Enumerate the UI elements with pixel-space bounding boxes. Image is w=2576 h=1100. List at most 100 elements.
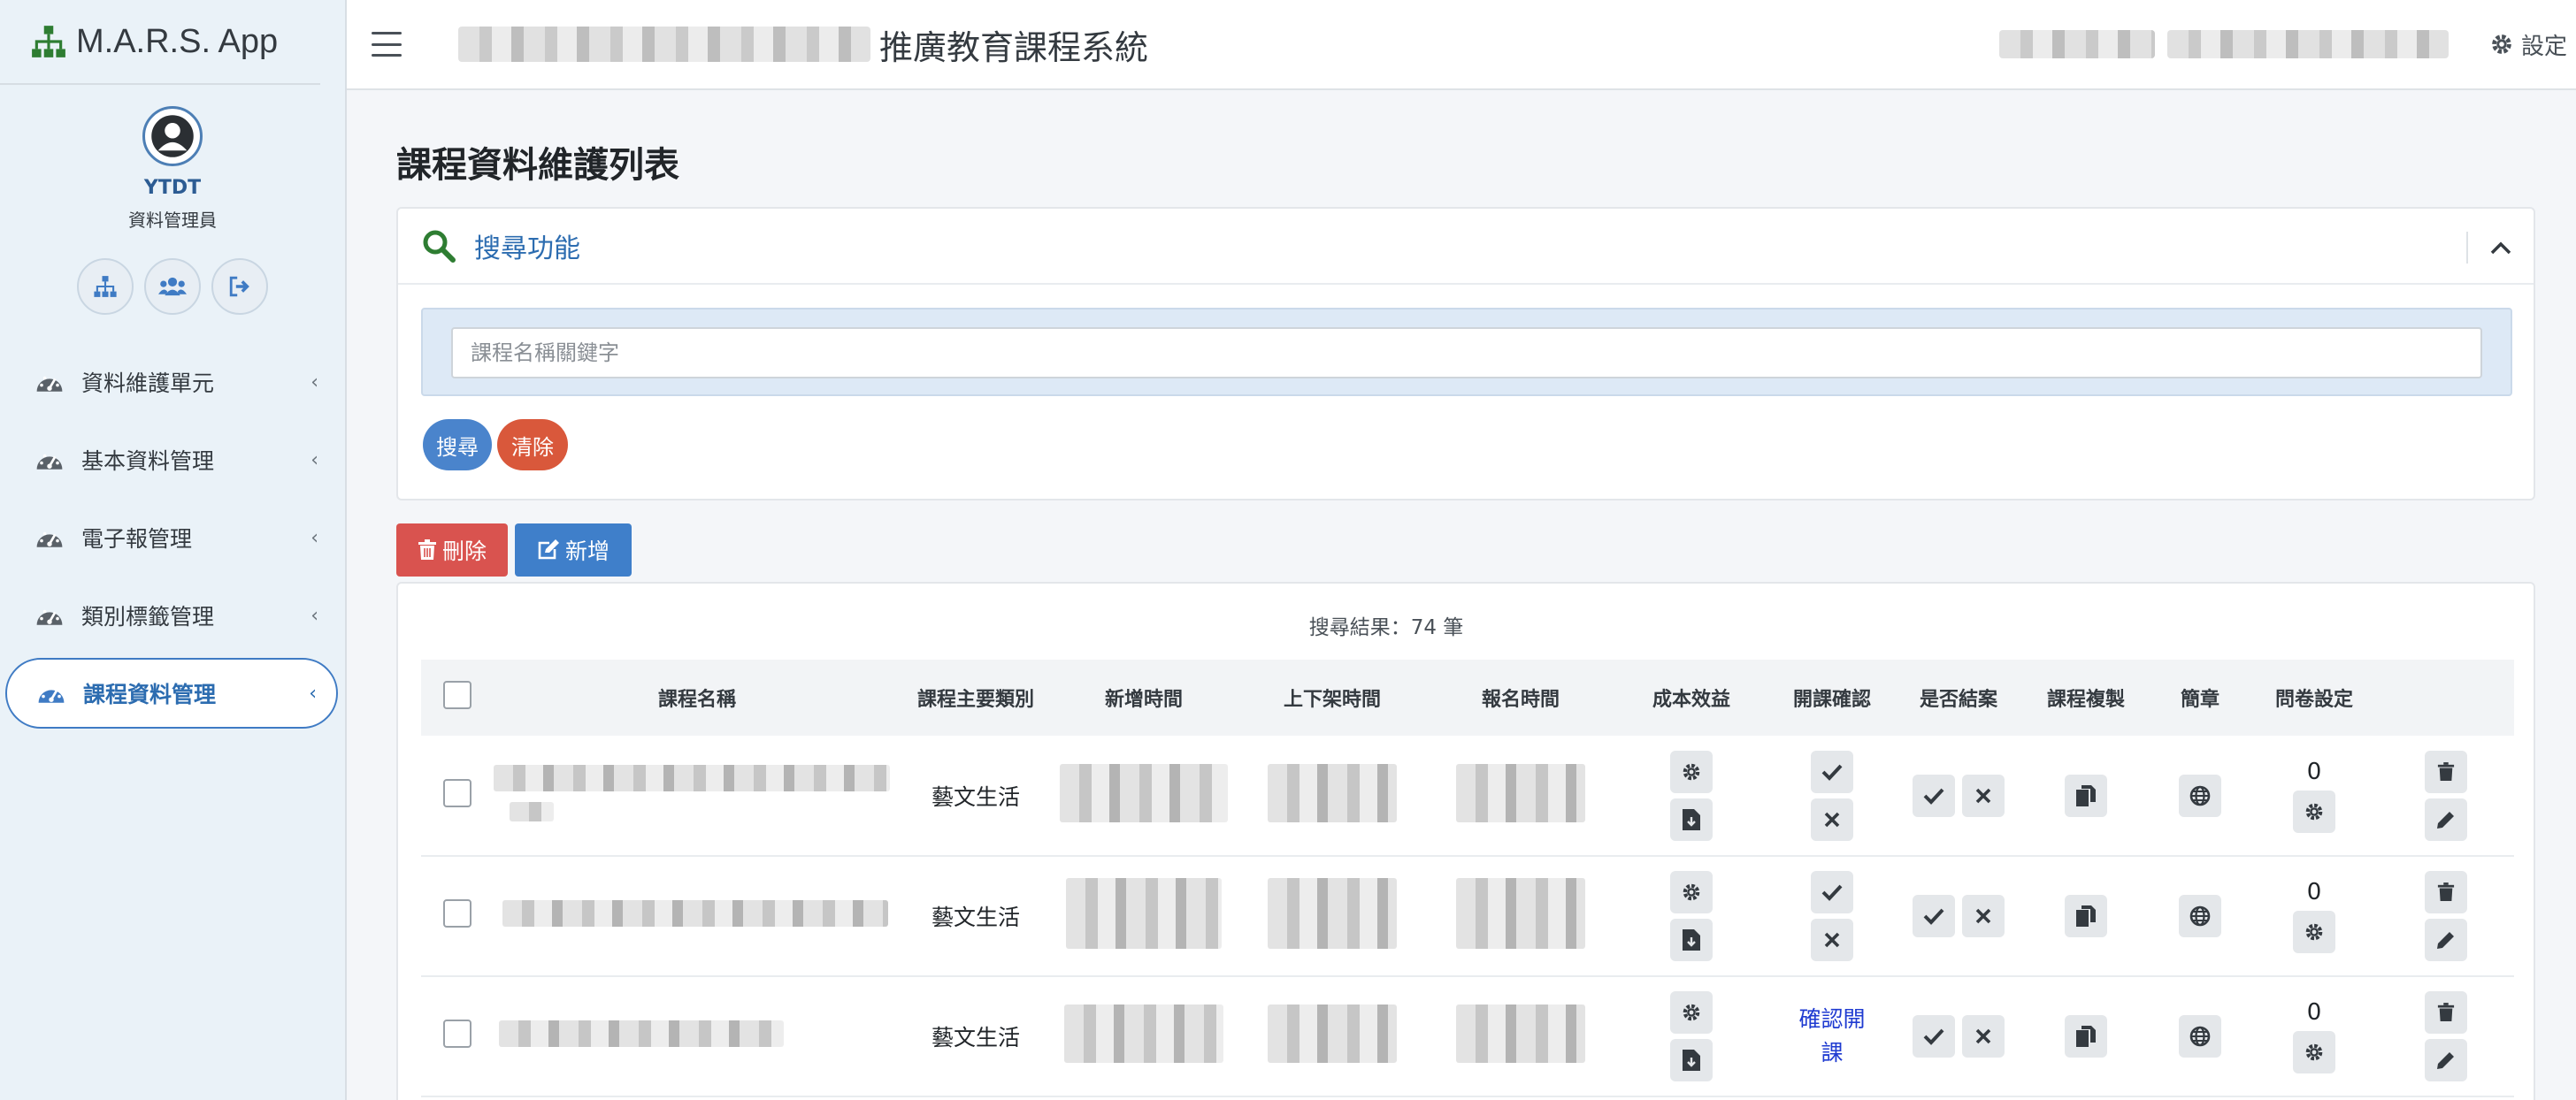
actions-header [2378,660,2514,736]
add-label: 新增 [564,539,610,564]
cancel-course-button[interactable] [1811,798,1853,841]
edit-row-button[interactable] [2425,798,2467,841]
brochure-button[interactable] [2179,895,2221,937]
file-download-icon [1683,808,1700,830]
cost-download-button[interactable] [1670,798,1713,841]
column-header: 上下架時間 [1283,689,1381,711]
select-all-checkbox[interactable] [443,681,472,709]
sidebar-item-data-maintenance[interactable]: 資料維護單元 ‹ [5,347,338,417]
users-button[interactable] [144,258,201,315]
search-card-header[interactable]: 搜尋功能 [398,209,2534,285]
check-icon [1923,1028,1944,1045]
row-checkbox[interactable] [443,899,472,928]
survey-settings-button[interactable] [2293,790,2335,833]
chevron-left-icon: ‹ [310,604,318,627]
redacted-course-name[interactable] [494,764,901,827]
copy-course-button[interactable] [2065,1015,2107,1058]
cost-settings-button[interactable] [1670,991,1713,1034]
survey-settings-button[interactable] [2293,911,2335,953]
column-header: 成本效益 [1652,689,1730,711]
confirm-course-button[interactable] [1811,750,1853,793]
gear-icon [2305,803,2323,820]
cost-settings-button[interactable] [1670,871,1713,913]
check-icon [1923,788,1944,805]
search-button[interactable]: 搜尋 [423,419,492,470]
hamburger-menu-icon[interactable] [372,32,402,57]
close-case-no-button[interactable] [1962,895,2005,937]
delete-row-button[interactable] [2425,750,2467,793]
sidebar-item-label: 資料維護單元 [81,370,215,396]
globe-icon [2189,785,2211,806]
avatar[interactable] [142,106,203,166]
sign-out-button[interactable] [211,258,268,315]
brochure-button[interactable] [2179,774,2221,817]
clear-button[interactable]: 清除 [497,419,568,470]
column-header: 課程名稱 [657,689,736,711]
column-header: 問卷設定 [2274,689,2353,711]
redacted-signup-time [1456,1005,1585,1063]
sitemap-button[interactable] [77,258,134,315]
cost-settings-button[interactable] [1670,750,1713,793]
settings-button[interactable]: 設定 [2489,28,2567,61]
copy-course-button[interactable] [2065,774,2107,817]
topbar-right: 設定 [1998,0,2567,88]
sidebar-item-newsletter[interactable]: 電子報管理 ‹ [5,502,338,573]
cost-download-button[interactable] [1670,1039,1713,1081]
trash-icon [2437,1003,2455,1021]
brand[interactable]: M.A.R.S. App [0,0,320,85]
delete-button[interactable]: 刪除 [396,523,508,577]
gear-icon [2492,34,2511,54]
file-download-icon [1683,1050,1700,1071]
delete-row-button[interactable] [2425,871,2467,913]
add-button[interactable]: 新增 [515,523,632,577]
chevron-left-icon: ‹ [309,682,317,705]
close-case-yes-button[interactable] [1913,895,1955,937]
cancel-course-button[interactable] [1811,919,1853,961]
gear-icon [1683,763,1700,780]
sidebar-item-basic-data[interactable]: 基本資料管理 ‹ [5,424,338,495]
course-table-card: 搜尋結果：74 筆 課程名稱 課程主要類別 新增時間 上下架時間 報名時間 成本… [396,582,2535,1100]
column-header: 簡章 [2180,689,2220,711]
column-header: 報名時間 [1481,689,1560,711]
row-checkbox[interactable] [443,1020,472,1048]
confirm-course-button[interactable] [1811,871,1853,913]
course-keyword-input[interactable] [451,327,2482,378]
survey-count: 0 [2306,758,2322,785]
confirm-course-link[interactable]: 確認開課 [1791,1003,1873,1070]
tachometer-icon [36,376,63,392]
table-row: 藝文生活 0 [421,856,2514,976]
column-header: 課程複製 [2046,689,2125,711]
chevron-left-icon: ‹ [310,526,318,549]
redacted-signup-time [1456,763,1585,822]
sidebar-item-course-data[interactable]: 課程資料管理 ‹ [5,658,338,729]
copy-course-button[interactable] [2065,895,2107,937]
brochure-button[interactable] [2179,1015,2221,1058]
redacted-course-name[interactable] [494,1020,901,1052]
cost-download-button[interactable] [1670,919,1713,961]
close-case-yes-button[interactable] [1913,1015,1955,1058]
close-icon [1975,788,1991,803]
collapse-button[interactable] [2466,232,2534,264]
survey-count: 0 [2306,999,2322,1026]
copy-icon [2076,1026,2096,1047]
edit-row-button[interactable] [2425,1039,2467,1081]
search-card-title: 搜尋功能 [474,233,580,264]
delete-row-button[interactable] [2425,991,2467,1034]
close-icon [1975,908,1991,924]
sidebar-item-label: 類別標籤管理 [81,604,215,630]
copy-icon [2076,905,2096,927]
edit-row-button[interactable] [2425,919,2467,961]
user-icon [151,115,194,157]
sidebar-nav: 資料維護單元 ‹ 基本資料管理 ‹ 電子報管理 ‹ 類別標籤管理 ‹ 課程資料管… [0,347,345,729]
close-case-yes-button[interactable] [1913,774,1955,817]
close-case-no-button[interactable] [1962,1015,2005,1058]
survey-settings-button[interactable] [2293,1031,2335,1073]
sidebar-item-category-tags[interactable]: 類別標籤管理 ‹ [5,580,338,651]
column-header: 開課確認 [1792,689,1871,711]
check-icon [1821,884,1843,901]
trash-icon [418,539,436,560]
copy-icon [2076,784,2096,806]
redacted-course-name[interactable] [494,900,901,932]
close-case-no-button[interactable] [1962,774,2005,817]
row-checkbox[interactable] [443,778,472,807]
